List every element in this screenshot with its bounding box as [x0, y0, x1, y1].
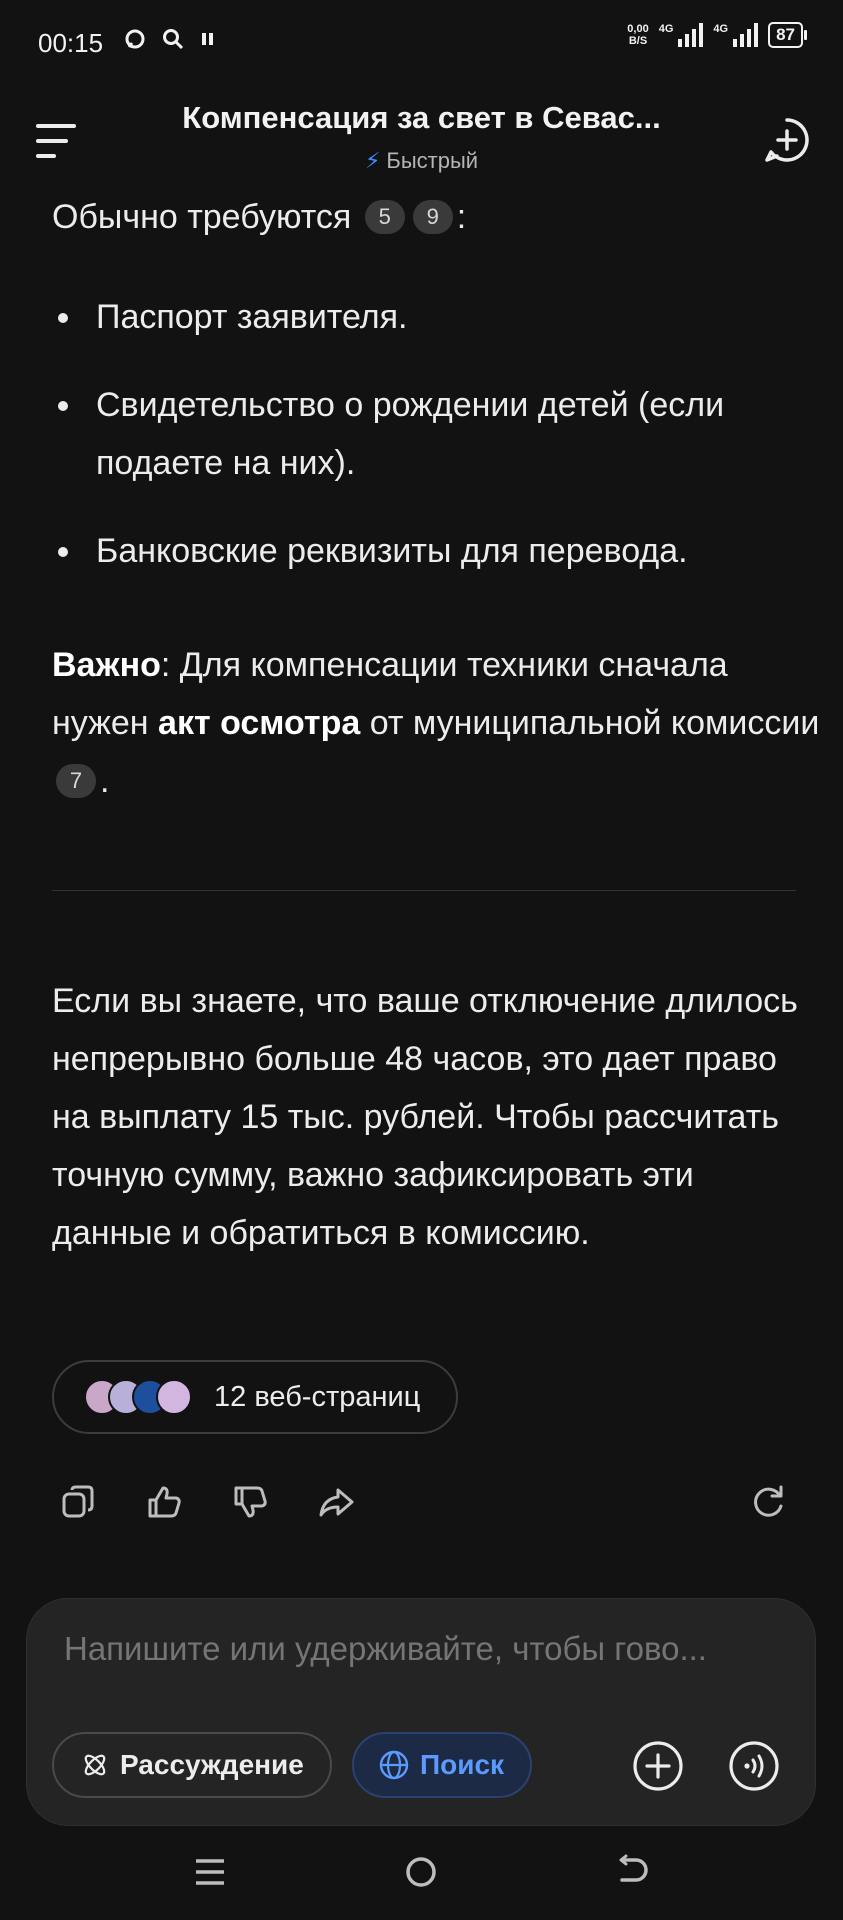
signal-2-label: 4G: [713, 23, 729, 35]
documents-list: Паспорт заявителя. Свидетельство о рожде…: [52, 288, 812, 610]
important-text: от муниципальной комиссии: [360, 704, 820, 742]
atom-icon: [84, 1754, 106, 1776]
globe-icon: [379, 1750, 409, 1780]
voice-mode-button[interactable]: [728, 1740, 780, 1792]
important-label: Важно: [52, 646, 161, 684]
list-item: Банковские реквизиты для перевода.: [52, 522, 812, 580]
signal-icon: 4G: [713, 23, 759, 47]
list-item: Свидетельство о рождении детей (если под…: [52, 376, 812, 492]
source-favicon-icon: [156, 1379, 192, 1415]
back-icon[interactable]: [612, 1852, 652, 1892]
mode-selector[interactable]: ⚡ Быстрый: [300, 148, 543, 174]
reasoning-toggle[interactable]: Рассуждение: [52, 1732, 332, 1798]
important-bold-text: акт осмотра: [158, 704, 361, 742]
reasoning-label: Рассуждение: [120, 1749, 304, 1780]
intro-label: Обычно требуются: [52, 198, 352, 236]
share-icon[interactable]: [316, 1482, 356, 1522]
menu-icon-bar: [36, 154, 56, 158]
menu-button[interactable]: [36, 124, 80, 158]
status-time: 00:15: [38, 28, 104, 58]
citation-badge[interactable]: 9: [412, 200, 453, 234]
status-notification-icons: [124, 28, 216, 50]
signal-1-label: 4G: [658, 23, 674, 35]
battery-icon: 87: [768, 22, 807, 48]
regenerate-icon[interactable]: [748, 1482, 788, 1522]
intro-text: Обычно требуются 59:: [52, 198, 467, 236]
list-item: Паспорт заявителя.: [52, 288, 812, 346]
copy-icon[interactable]: [58, 1482, 98, 1522]
status-right-group: 0,00 B/S 4G 4G 87: [627, 22, 807, 48]
sources-button[interactable]: 12 веб-страниц: [52, 1360, 458, 1434]
pause-icon: [202, 33, 213, 45]
status-bar: 00:15 0,00 B/S 4G 4G 87: [0, 0, 843, 80]
network-speed-value: 0,00: [627, 23, 649, 35]
thumbs-down-icon[interactable]: [230, 1482, 270, 1522]
network-speed: 0,00 B/S: [627, 23, 648, 47]
chat-title[interactable]: Компенсация за свет в Севас...: [130, 100, 713, 136]
recent-apps-icon[interactable]: [190, 1852, 230, 1892]
add-attachment-button[interactable]: [632, 1740, 684, 1792]
divider: [52, 890, 796, 891]
chat-bubble-icon: [125, 29, 145, 49]
search-label: Поиск: [420, 1749, 505, 1780]
thumbs-up-icon[interactable]: [144, 1482, 184, 1522]
new-chat-button[interactable]: [763, 116, 811, 164]
menu-icon: [36, 124, 76, 128]
lightning-icon: ⚡: [364, 148, 381, 173]
mode-label: Быстрый: [386, 148, 479, 173]
sources-label: 12 веб-страниц: [214, 1380, 421, 1413]
source-favicons: [84, 1379, 192, 1415]
important-note: Важно: Для компенсации техники сначала н…: [52, 646, 820, 800]
citation-badge[interactable]: 5: [364, 200, 405, 234]
home-icon[interactable]: [401, 1852, 441, 1892]
answer-paragraph: Если вы знаете, что ваше отключение длил…: [52, 982, 798, 1252]
citation-badge[interactable]: 7: [56, 764, 96, 798]
menu-icon-bar: [36, 139, 68, 143]
message-input[interactable]: [64, 1630, 784, 1668]
network-speed-unit: B/S: [628, 35, 648, 47]
search-toggle[interactable]: Поиск: [352, 1732, 532, 1798]
search-icon: [163, 29, 184, 50]
signal-icon: 4G: [659, 23, 704, 47]
